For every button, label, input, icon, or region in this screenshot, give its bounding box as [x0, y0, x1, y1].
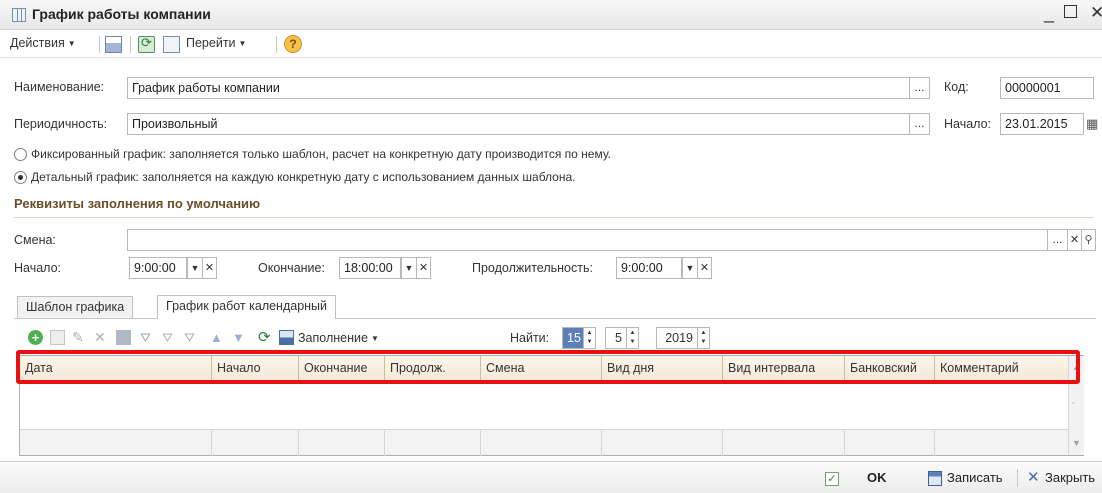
delete-icon[interactable]: ✕	[94, 330, 109, 345]
duration-label: Продолжительность:	[472, 261, 593, 275]
chevron-down-icon: ▼	[238, 39, 247, 48]
code-label: Код:	[944, 80, 969, 94]
close-icon: ✕	[1027, 469, 1040, 486]
chevron-down-icon: ▼	[67, 39, 76, 48]
status-bar: ✓ OK Записать ✕ Закрыть	[0, 461, 1102, 493]
duration-field[interactable]: 9:00:00	[616, 257, 682, 279]
close-window-icon[interactable]: ✕	[1090, 3, 1102, 23]
save-icon	[928, 471, 942, 486]
radio-fixed[interactable]	[14, 148, 27, 161]
document-icon[interactable]	[163, 36, 180, 53]
day-spinner-field[interactable]: 15	[562, 327, 584, 349]
calendar-icon[interactable]: ▦	[1086, 116, 1098, 132]
code-field[interactable]: 00000001	[1000, 77, 1094, 99]
grid-footer-cell	[845, 430, 935, 456]
grid-footer-cell	[20, 430, 212, 456]
name-field[interactable]: График работы компании	[127, 77, 910, 99]
grid-footer-cell	[385, 430, 481, 456]
shift-select-button[interactable]: ...	[1048, 229, 1068, 251]
chevron-down-icon[interactable]: ▼	[401, 257, 417, 279]
refresh-icon[interactable]	[138, 35, 155, 53]
move-down-icon[interactable]: ▼	[232, 330, 247, 345]
month-spinner-field[interactable]: 5	[605, 327, 627, 349]
copy-icon[interactable]	[50, 330, 65, 345]
actions-menu[interactable]: Действия ▼	[10, 36, 76, 50]
periodicity-select-button[interactable]: ...	[910, 113, 930, 135]
grid-footer-cell	[602, 430, 723, 456]
minimize-icon[interactable]: _	[1044, 3, 1054, 24]
day-spinner-arrows[interactable]: ▲ ▼	[584, 327, 596, 349]
chevron-down-icon: ▼	[370, 334, 379, 343]
toolbar-divider	[99, 36, 100, 53]
radio-detailed-label: Детальный график: заполняется на каждую …	[31, 170, 576, 184]
end-time-field[interactable]: 18:00:00	[339, 257, 401, 279]
grid-footer-cell	[481, 430, 602, 456]
help-icon[interactable]: ?	[284, 35, 302, 53]
add-icon[interactable]: +	[28, 330, 43, 345]
tab-template[interactable]: Шаблон графика	[17, 296, 134, 318]
find-label: Найти:	[510, 331, 550, 345]
toolbar-divider	[276, 36, 277, 53]
move-up-icon[interactable]: ▲	[210, 330, 225, 345]
grid-footer-cell	[212, 430, 299, 456]
name-select-button[interactable]: ...	[910, 77, 930, 99]
scroll-grip-icon[interactable]: ▫	[1072, 400, 1074, 407]
tab-calendar[interactable]: График работ календарный	[157, 295, 337, 319]
begin-clear-icon[interactable]: ✕	[203, 257, 217, 279]
section-title: Реквизиты заполнения по умолчанию	[14, 196, 261, 211]
start-date-field[interactable]: 23.01.2015	[1000, 113, 1084, 135]
end-label: Окончание:	[258, 261, 325, 275]
chevron-down-icon[interactable]: ▼	[187, 257, 203, 279]
section-divider	[14, 217, 1094, 218]
shift-clear-icon[interactable]: ✕	[1068, 229, 1082, 251]
title-bar: График работы компании _ ✕	[0, 0, 1102, 30]
fill-menu[interactable]: Заполнение ▼	[298, 331, 379, 345]
main-toolbar: Действия▼ Перейти▼ ?	[0, 31, 1102, 58]
fill-icon	[279, 330, 294, 345]
toolbar-divider	[130, 36, 131, 53]
end-clear-icon[interactable]: ✕	[417, 257, 431, 279]
checkmark-icon: ✓	[825, 472, 839, 486]
shift-search-icon[interactable]: ⚲	[1082, 229, 1096, 251]
month-spinner-arrows[interactable]: ▲ ▼	[627, 327, 639, 349]
save-button[interactable]: Записать	[947, 470, 1003, 485]
filter-icon[interactable]: ⛛	[162, 330, 177, 345]
save-row-icon[interactable]	[116, 330, 131, 345]
edit-icon[interactable]: ✎	[72, 330, 87, 345]
goto-menu-label: Перейти	[186, 36, 236, 50]
window-title: График работы компании	[32, 6, 211, 22]
periodicity-label: Периодичность:	[14, 117, 108, 131]
year-spinner-field[interactable]: 2019	[656, 327, 698, 349]
periodicity-field[interactable]: Произвольный	[127, 113, 910, 135]
grid-footer-cell	[299, 430, 385, 456]
filter-settings-icon[interactable]: ⛛	[140, 330, 155, 345]
begin-time-field[interactable]: 9:00:00	[129, 257, 187, 279]
shift-field[interactable]	[127, 229, 1048, 251]
start-label: Начало:	[944, 117, 992, 131]
status-divider	[1017, 469, 1018, 487]
header-highlight-frame	[16, 350, 1080, 384]
radio-fixed-label: Фиксированный график: заполняется только…	[31, 147, 611, 161]
ok-button[interactable]: OK	[867, 470, 887, 485]
filter-clear-icon[interactable]: ⛛	[184, 330, 199, 345]
scroll-down-icon[interactable]: ▼	[1072, 438, 1081, 448]
list-icon[interactable]	[105, 36, 122, 53]
fill-menu-label: Заполнение	[298, 331, 368, 345]
begin-label: Начало:	[14, 261, 62, 275]
shift-label: Смена:	[14, 233, 56, 247]
grid-footer-cell	[723, 430, 845, 456]
actions-menu-label: Действия	[10, 36, 65, 50]
name-label: Наименование:	[14, 80, 105, 94]
goto-menu[interactable]: Перейти ▼	[186, 36, 246, 50]
year-spinner-arrows[interactable]: ▲ ▼	[698, 327, 710, 349]
chevron-down-icon[interactable]: ▼	[682, 257, 698, 279]
table-icon	[12, 8, 26, 22]
duration-clear-icon[interactable]: ✕	[698, 257, 712, 279]
radio-detailed[interactable]	[14, 171, 27, 184]
refresh-icon[interactable]: ⟳	[258, 330, 273, 345]
close-button[interactable]: Закрыть	[1045, 470, 1095, 485]
grid-footer	[20, 429, 1068, 456]
maximize-icon[interactable]	[1064, 5, 1077, 18]
